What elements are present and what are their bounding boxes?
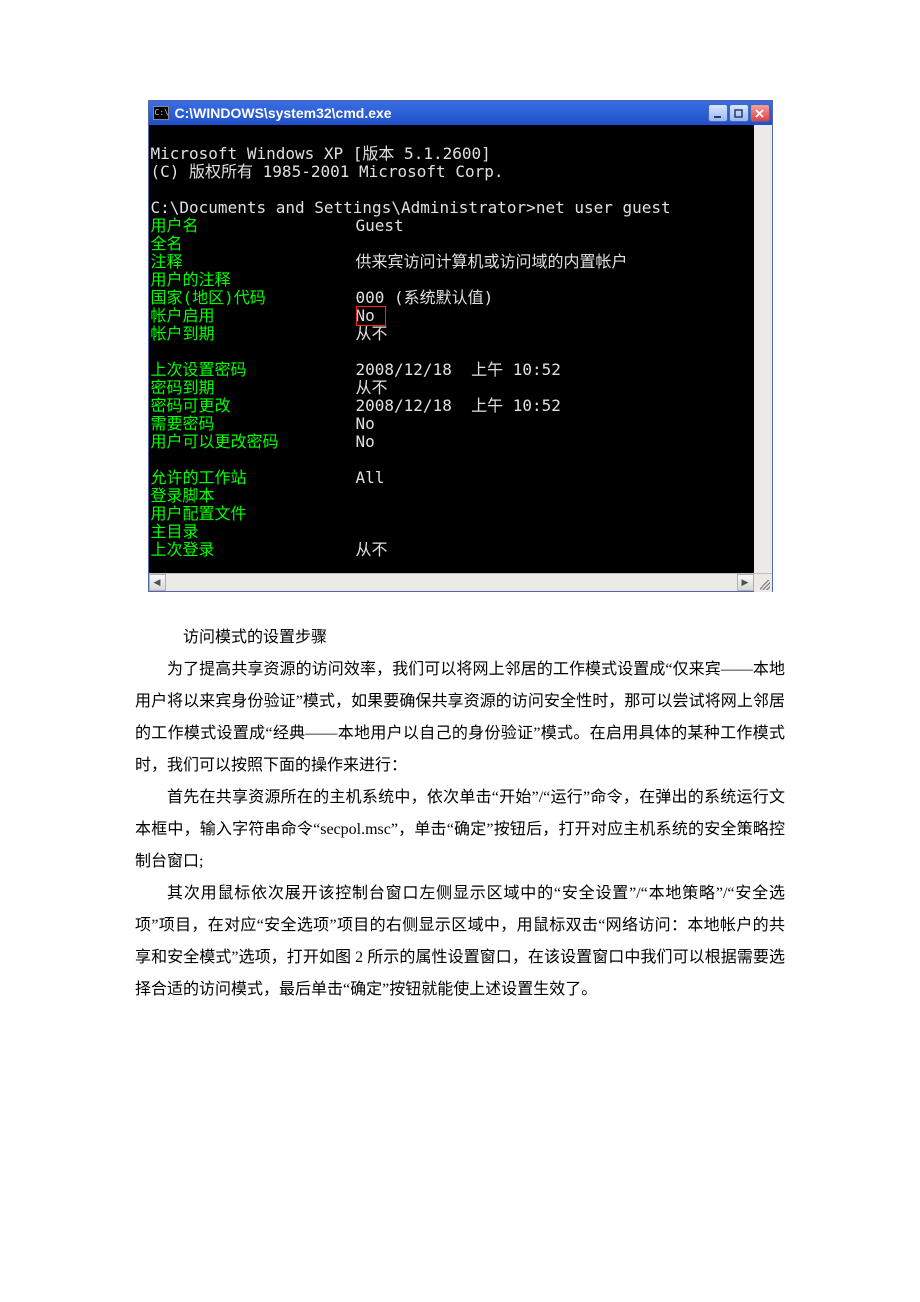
row-label: 帐户到期 <box>151 325 356 343</box>
row-value: 从不 <box>356 325 388 343</box>
row-value: No <box>356 415 375 433</box>
maximize-button[interactable] <box>729 104 749 122</box>
output-row: 需要密码No <box>151 415 754 433</box>
scroll-right-button[interactable]: ▶ <box>737 574 754 591</box>
scroll-left-button[interactable]: ◀ <box>149 574 166 591</box>
cmd-icon: C:\ <box>153 106 169 120</box>
row-value: 供来宾访问计算机或访问域的内置帐户 <box>356 253 628 271</box>
output-row-highlighted: 帐户启用No <box>151 307 754 325</box>
close-button[interactable] <box>750 104 770 122</box>
row-value: 2008/12/18 上午 10:52 <box>356 361 561 379</box>
article-paragraph: 首先在共享资源所在的主机系统中，依次单击“开始”/“运行”命令，在弹出的系统运行… <box>135 782 785 878</box>
output-row: 密码到期从不 <box>151 379 754 397</box>
article-body: 访问模式的设置步骤 为了提高共享资源的访问效率，我们可以将网上邻居的工作模式设置… <box>135 622 785 1006</box>
row-label: 帐户启用 <box>151 307 356 325</box>
console-header: Microsoft Windows XP [版本 5.1.2600] (C) 版… <box>151 144 504 181</box>
row-label: 用户配置文件 <box>151 505 356 523</box>
titlebar: C:\ C:\WINDOWS\system32\cmd.exe <box>149 101 772 125</box>
prompt-line: C:\Documents and Settings\Administrator>… <box>151 198 671 217</box>
row-label: 需要密码 <box>151 415 356 433</box>
scroll-down-button[interactable]: ▼ <box>755 538 772 555</box>
resize-grip[interactable] <box>754 574 772 592</box>
article-paragraph: 为了提高共享资源的访问效率，我们可以将网上邻居的工作模式设置成“仅来宾——本地用… <box>135 654 785 782</box>
row-label: 用户的注释 <box>151 271 356 289</box>
cmd-window: C:\ C:\WINDOWS\system32\cmd.exe Microsof… <box>148 100 773 592</box>
output-row: 用户名Guest <box>151 217 754 235</box>
vertical-scrollbar[interactable]: ▲ ▼ <box>754 125 772 555</box>
row-label: 国家(地区)代码 <box>151 289 356 307</box>
output-row: 全名 <box>151 235 754 253</box>
minimize-button[interactable] <box>708 104 728 122</box>
row-value: 从不 <box>356 379 388 397</box>
scroll-up-button[interactable]: ▲ <box>755 161 772 178</box>
row-label: 密码到期 <box>151 379 356 397</box>
output-row: 允许的工作站All <box>151 469 754 487</box>
output-row: 密码可更改2008/12/18 上午 10:52 <box>151 397 754 415</box>
output-row: 上次登录从不 <box>151 541 754 559</box>
row-label: 主目录 <box>151 523 356 541</box>
row-label: 用户可以更改密码 <box>151 433 356 451</box>
output-row: 用户的注释 <box>151 271 754 289</box>
output-row: 国家(地区)代码000 (系统默认值) <box>151 289 754 307</box>
row-label: 上次登录 <box>151 541 356 559</box>
row-value: 从不 <box>356 541 388 559</box>
row-label: 登录脚本 <box>151 487 356 505</box>
row-value: All <box>356 469 385 487</box>
row-label: 密码可更改 <box>151 397 356 415</box>
row-label: 允许的工作站 <box>151 469 356 487</box>
output-row: 主目录 <box>151 523 754 541</box>
horizontal-scrollbar[interactable]: ◀ ▶ <box>149 573 772 591</box>
row-value: Guest <box>356 217 404 235</box>
output-row: 用户配置文件 <box>151 505 754 523</box>
row-value: 000 (系统默认值) <box>356 289 494 307</box>
row-label: 全名 <box>151 235 356 253</box>
row-label: 上次设置密码 <box>151 361 356 379</box>
scroll-thumb[interactable] <box>756 214 771 244</box>
row-label: 注释 <box>151 253 356 271</box>
article-heading: 访问模式的设置步骤 <box>135 622 785 654</box>
output-row: 用户可以更改密码No <box>151 433 754 451</box>
row-value: No <box>356 307 375 325</box>
row-value: 2008/12/18 上午 10:52 <box>356 397 561 415</box>
window-title: C:\WINDOWS\system32\cmd.exe <box>175 105 392 121</box>
row-value: No <box>356 433 375 451</box>
output-row: 登录脚本 <box>151 487 754 505</box>
output-row: 帐户到期从不 <box>151 325 754 343</box>
output-row: 上次设置密码2008/12/18 上午 10:52 <box>151 361 754 379</box>
output-row: 注释供来宾访问计算机或访问域的内置帐户 <box>151 253 754 271</box>
console-output: Microsoft Windows XP [版本 5.1.2600] (C) 版… <box>149 125 772 573</box>
article-paragraph: 其次用鼠标依次展开该控制台窗口左侧显示区域中的“安全设置”/“本地策略”/“安全… <box>135 878 785 1006</box>
row-label: 用户名 <box>151 217 356 235</box>
